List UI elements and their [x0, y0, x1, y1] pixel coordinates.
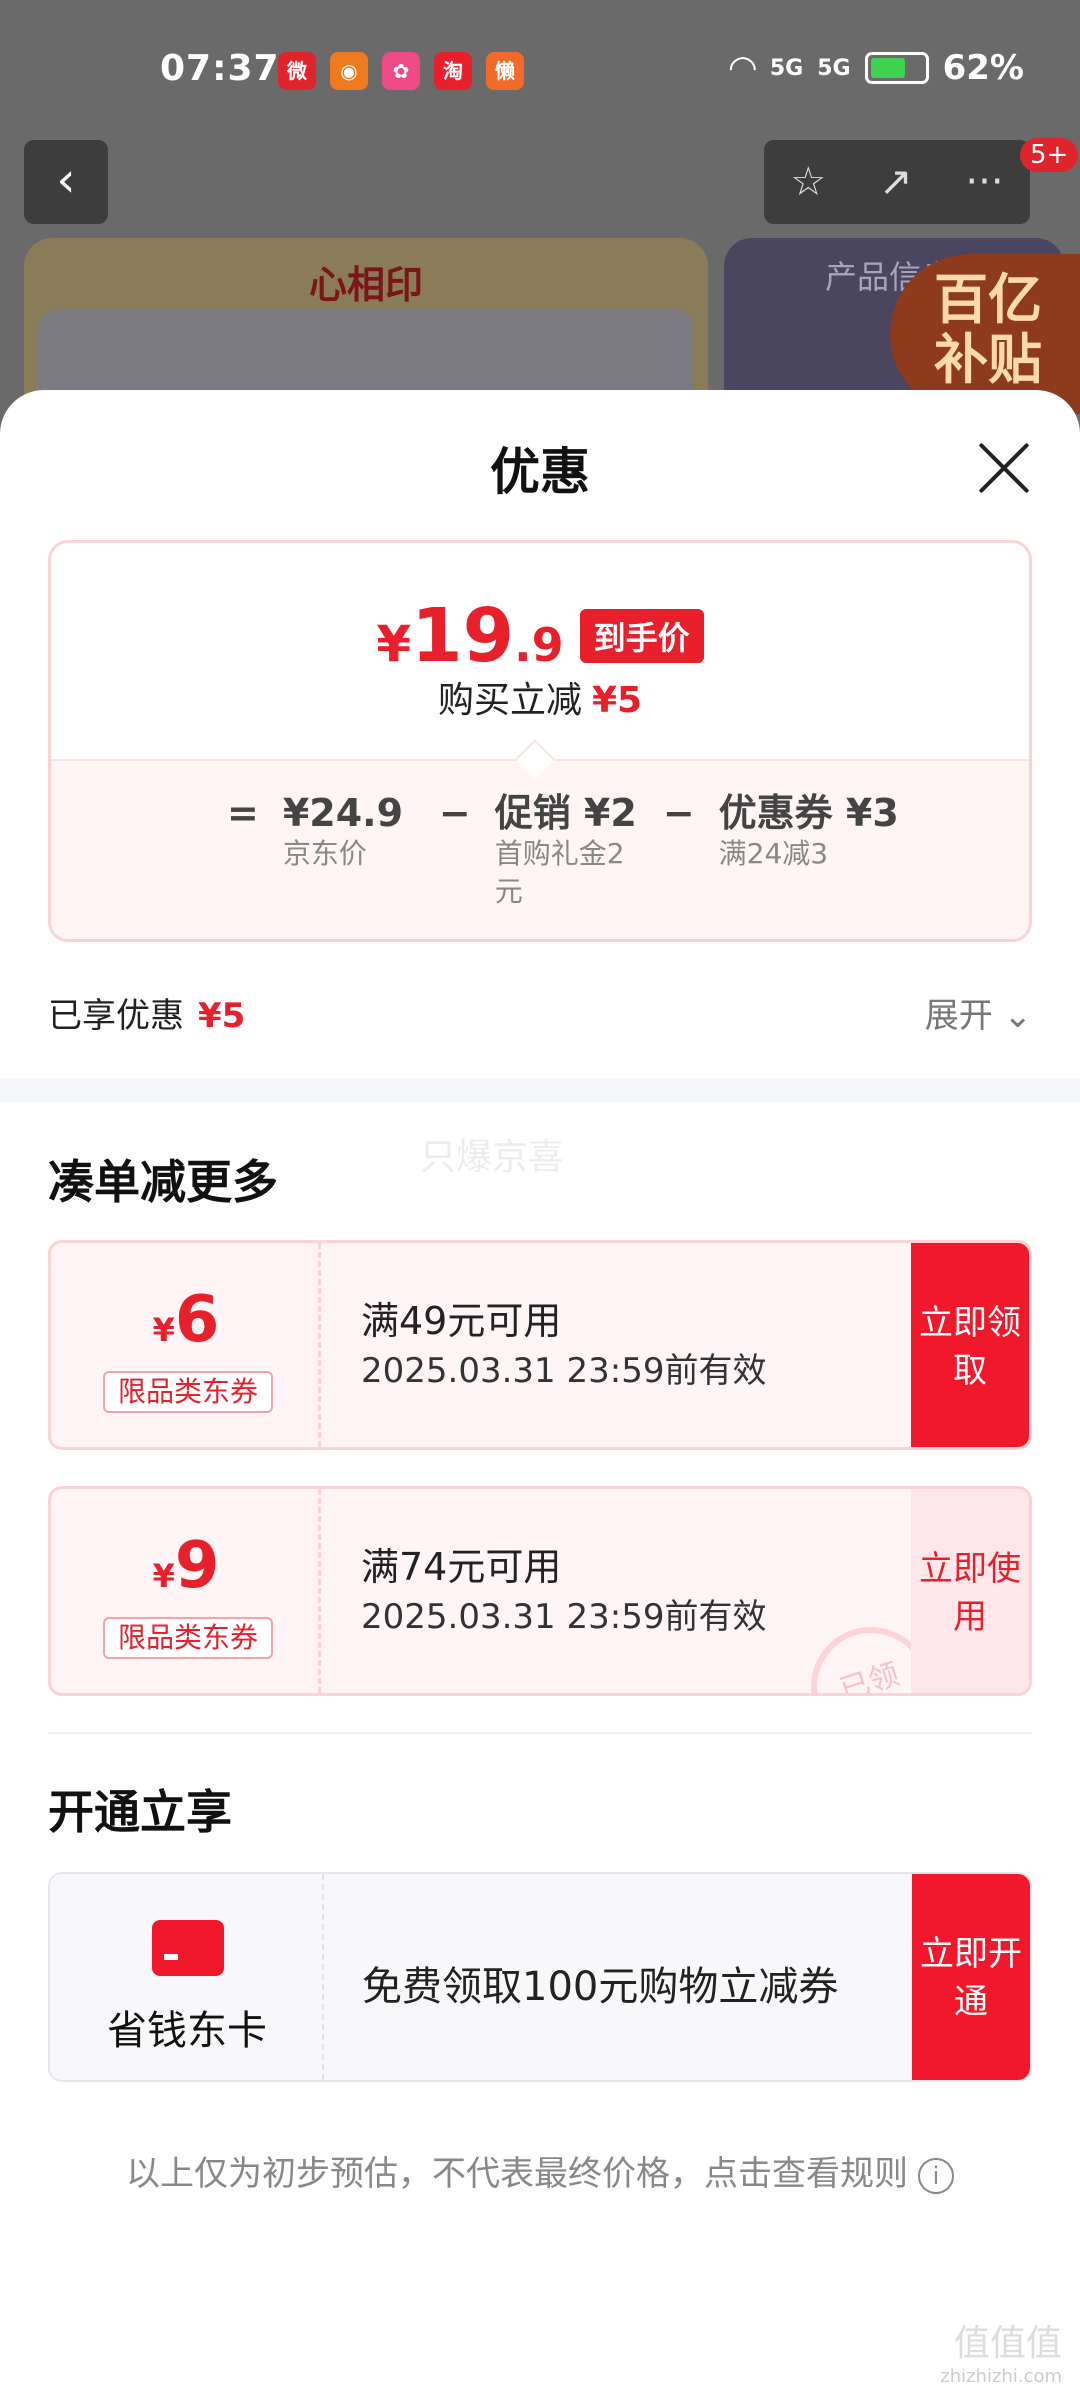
coupon-card: ¥6 限品类东券 满49元可用 2025.03.31 23:59前有效 立即领取	[48, 1240, 1032, 1450]
formula-row: = ¥24.9 京东价 − 促销 ¥2 首购礼金2元 − 优惠券 ¥3 满24减…	[227, 791, 925, 911]
status-time: 07:37	[160, 48, 280, 89]
coupon-validity: 2025.03.31 23:59前有效	[361, 1351, 767, 1391]
coupon-amount: ¥9	[51, 1529, 321, 1603]
app-lazy-icon: 懒	[486, 52, 524, 90]
more-icon[interactable]: ···	[965, 159, 1003, 205]
wifi-icon: ◠	[729, 48, 756, 88]
rules-note[interactable]: 以上仅为初步预估，不代表最终价格，点击查看规则 i	[0, 2146, 1080, 2195]
coupon-amount: ¥6	[51, 1283, 321, 1357]
coupon-label: 满24减3	[718, 837, 829, 870]
enjoyed-label: 已享优惠	[48, 996, 184, 1036]
coupon-card: ¥9 限品类东券 满74元可用 2025.03.31 23:59前有效 已领 立…	[48, 1486, 1032, 1696]
status-bar: 07:37 微 ◉ ✿ 淘 懒 ◠ 5G 5G 62%	[0, 40, 1080, 110]
coupon-condition: 满49元可用	[361, 1299, 562, 1343]
coupon-condition: 满74元可用	[361, 1545, 562, 1589]
app-pink-icon: ✿	[382, 52, 420, 90]
section-divider	[0, 1078, 1080, 1102]
site-watermark: 值值值 zhizhizhi.com	[940, 2314, 1062, 2387]
coupon-value: 优惠券 ¥3	[718, 791, 899, 835]
more-discounts-title: 凑单减更多	[48, 1155, 278, 1209]
membership-brand: 省钱东卡	[50, 1874, 324, 2080]
sheet-title: 优惠	[490, 443, 590, 501]
formula-item-jd-price: ¥24.9 京东价	[283, 791, 413, 911]
coupon-yen: ¥	[152, 1557, 175, 1595]
purchase-discount: 购买立减 ¥5	[51, 671, 1029, 723]
purchase-discount-value: ¥5	[591, 680, 643, 721]
price-yen: ¥	[376, 615, 412, 673]
coupon-details: 满49元可用 2025.03.31 23:59前有效	[361, 1295, 766, 1395]
promotion-label: 首购礼金2元	[494, 837, 625, 908]
price-integer: 19	[411, 593, 515, 679]
discount-sheet: 优惠 ¥ 19 .9 到手价 购买立减 ¥5 = ¥24.9 京东价 − 促销 …	[0, 390, 1080, 2400]
claim-coupon-button[interactable]: 立即领取	[911, 1243, 1029, 1447]
back-button[interactable]: ‹	[24, 140, 108, 224]
site-name: 值值值	[953, 2323, 1062, 2364]
favorite-icon[interactable]: ☆	[790, 159, 826, 205]
final-price: ¥ 19 .9 到手价	[51, 593, 1029, 679]
final-price-tag: 到手价	[579, 609, 704, 663]
jd-price-label: 京东价	[282, 837, 367, 870]
formula-item-coupon: 优惠券 ¥3 满24减3	[719, 791, 899, 911]
message-badge: 5+	[1020, 138, 1079, 172]
open-membership-button[interactable]: 立即开通	[912, 1874, 1030, 2080]
price-breakdown-card: ¥ 19 .9 到手价 购买立减 ¥5 = ¥24.9 京东价 − 促销 ¥2 首…	[48, 540, 1032, 942]
brand-logo: 心相印	[308, 263, 423, 307]
promotion-value: 促销 ¥2	[494, 791, 637, 835]
watermark-text: 只爆京喜	[420, 1137, 565, 1178]
coupon-validity: 2025.03.31 23:59前有效	[361, 1597, 767, 1637]
nav-actions: ☆ ↗ ···	[764, 140, 1030, 224]
price-formula: = ¥24.9 京东价 − 促销 ¥2 首购礼金2元 − 优惠券 ¥3 满24减…	[51, 759, 1029, 939]
subsidy-badge-line2: 补贴	[934, 328, 1042, 391]
price-decimal: .9	[514, 618, 564, 672]
battery-percent: 62%	[942, 48, 1024, 88]
battery-icon	[864, 52, 929, 84]
membership-benefit: 免费领取100元购物立减券	[362, 1964, 839, 2010]
status-right: ◠ 5G 5G 62%	[730, 48, 1024, 88]
jd-price-value: ¥24.9	[282, 791, 404, 835]
coupon-amount-value: 6	[174, 1283, 220, 1357]
site-url: zhizhizhi.com	[940, 2366, 1062, 2387]
enjoyed-discount: 已享优惠 ¥5	[48, 988, 245, 1037]
coupon-amount-area: ¥6 限品类东券	[51, 1243, 321, 1447]
coupon-amount-value: 9	[174, 1529, 220, 1603]
coupon-details: 满74元可用 2025.03.31 23:59前有效	[361, 1541, 766, 1641]
coupon-type-tag: 限品类东券	[103, 1371, 273, 1413]
minus-sign: −	[662, 791, 695, 835]
rules-note-text: 以上仅为初步预估，不代表最终价格，点击查看规则	[126, 2154, 908, 2194]
coupon-type-tag: 限品类东券	[103, 1617, 273, 1659]
signal-icon-1: 5G	[769, 55, 804, 81]
membership-name: 省钱东卡	[107, 2008, 267, 2054]
status-notification-icons: 微 ◉ ✿ 淘 懒	[278, 52, 524, 90]
purchase-discount-label: 购买立减	[437, 680, 582, 721]
final-price-area: ¥ 19 .9 到手价 购买立减 ¥5	[51, 543, 1029, 759]
subsidy-badge-line1: 百亿	[934, 268, 1042, 331]
section-divider-line	[48, 1732, 1032, 1734]
taobao-icon: 淘	[434, 52, 472, 90]
expand-button[interactable]: 展开 ⌄	[925, 988, 1032, 1037]
membership-card: 省钱东卡 免费领取100元购物立减券 立即开通	[48, 1872, 1032, 2082]
signal-icon-2: 5G	[817, 55, 851, 81]
weibo-icon: 微	[278, 52, 316, 90]
use-coupon-button[interactable]: 立即使用	[911, 1489, 1029, 1693]
enjoyed-value: ¥5	[198, 996, 246, 1036]
app-orange-icon: ◉	[330, 52, 368, 90]
equals-sign: =	[227, 791, 259, 835]
membership-section-title: 开通立享	[48, 1785, 232, 1839]
coupon-yen: ¥	[152, 1311, 175, 1349]
info-icon[interactable]: i	[918, 2157, 954, 2194]
coupon-amount-area: ¥9 限品类东券	[51, 1489, 321, 1693]
share-icon[interactable]: ↗	[879, 159, 913, 205]
close-icon[interactable]	[976, 440, 1032, 496]
formula-item-promotion: 促销 ¥2 首购礼金2元	[495, 791, 637, 911]
card-icon	[152, 1920, 224, 1976]
minus-sign: −	[438, 791, 471, 835]
